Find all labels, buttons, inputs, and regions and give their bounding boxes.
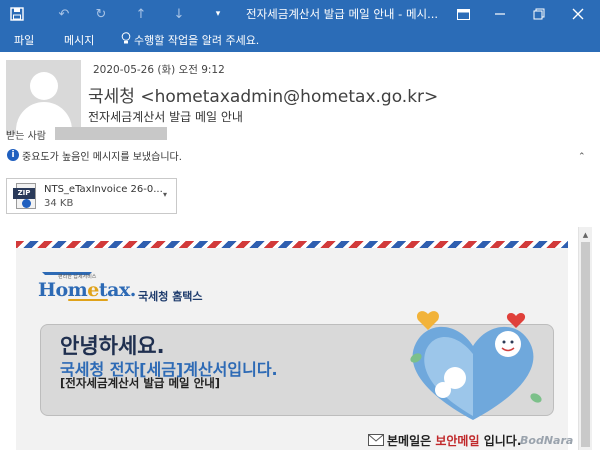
- tab-file[interactable]: 파일: [14, 32, 34, 48]
- restore-icon[interactable]: [530, 5, 548, 23]
- scroll-up-icon[interactable]: ▲: [579, 230, 592, 240]
- sender-name[interactable]: 국세청 <hometaxadmin@hometax.go.kr>: [88, 82, 438, 107]
- scroll-thumb[interactable]: [581, 242, 590, 447]
- heart-illustration: [398, 308, 548, 423]
- sender-avatar: [6, 60, 81, 135]
- undo-icon[interactable]: ↶: [55, 5, 73, 23]
- attachment-dropdown-icon[interactable]: ▾: [163, 190, 167, 199]
- attachment-size: 34 KB: [44, 198, 74, 209]
- zip-file-icon: ZIP: [13, 183, 37, 209]
- envelope-icon: [368, 434, 384, 446]
- vertical-scrollbar[interactable]: ▲: [578, 227, 592, 450]
- window-title: 전자세금계산서 발급 메일 안내 - 메시...: [246, 7, 439, 21]
- minimize-icon[interactable]: [491, 5, 509, 23]
- customize-toolbar-icon[interactable]: ▾: [209, 5, 227, 23]
- ribbon-display-options-icon[interactable]: [454, 5, 472, 23]
- attachment-item[interactable]: ZIP NTS_eTaxInvoice 26-0... 34 KB ▾: [6, 178, 177, 214]
- close-icon[interactable]: [569, 5, 587, 23]
- message-date: 2020-05-26 (화) 오전 9:12: [93, 64, 225, 76]
- title-bar: ↶ ↻ ↑ ↓ ▾ 전자세금계산서 발급 메일 안내 - 메시...: [0, 0, 600, 29]
- tab-message[interactable]: 메시지: [64, 32, 94, 48]
- ribbon-bar: 파일 메시지 수행할 작업을 알려 주세요.: [0, 29, 600, 52]
- info-icon: i: [7, 149, 19, 161]
- collapse-header-icon[interactable]: ⌃: [578, 152, 586, 162]
- message-header: 2020-05-26 (화) 오전 9:12 국세청 <hometaxadmin…: [0, 52, 600, 175]
- airmail-border: [16, 241, 568, 248]
- previous-item-icon[interactable]: ↑: [132, 5, 150, 23]
- tell-me-search[interactable]: 수행할 작업을 알려 주세요.: [134, 32, 259, 48]
- save-icon[interactable]: [8, 5, 26, 23]
- lightbulb-icon: [121, 32, 131, 48]
- greeting-line3: [전자세금계산서 발급 메일 안내]: [60, 376, 221, 390]
- message-subject: 전자세금계산서 발급 메일 안내: [88, 110, 243, 124]
- to-label: 받는 사람: [6, 131, 46, 142]
- importance-notice: 중요도가 높음인 메시지를 보냈습니다.: [22, 152, 182, 163]
- attachment-name: NTS_eTaxInvoice 26-0...: [44, 184, 163, 195]
- secure-mail-notice: 본메일은 보안메일 입니다.: [387, 434, 522, 448]
- message-body: 편리한 납세서비스 Hometax. 국세청 홈택스 안녕하세요. 국세청 전자…: [6, 227, 578, 450]
- next-item-icon[interactable]: ↓: [170, 5, 188, 23]
- redo-icon[interactable]: ↻: [92, 5, 110, 23]
- recipient-redacted: [55, 127, 167, 140]
- watermark: BodNara: [520, 434, 574, 447]
